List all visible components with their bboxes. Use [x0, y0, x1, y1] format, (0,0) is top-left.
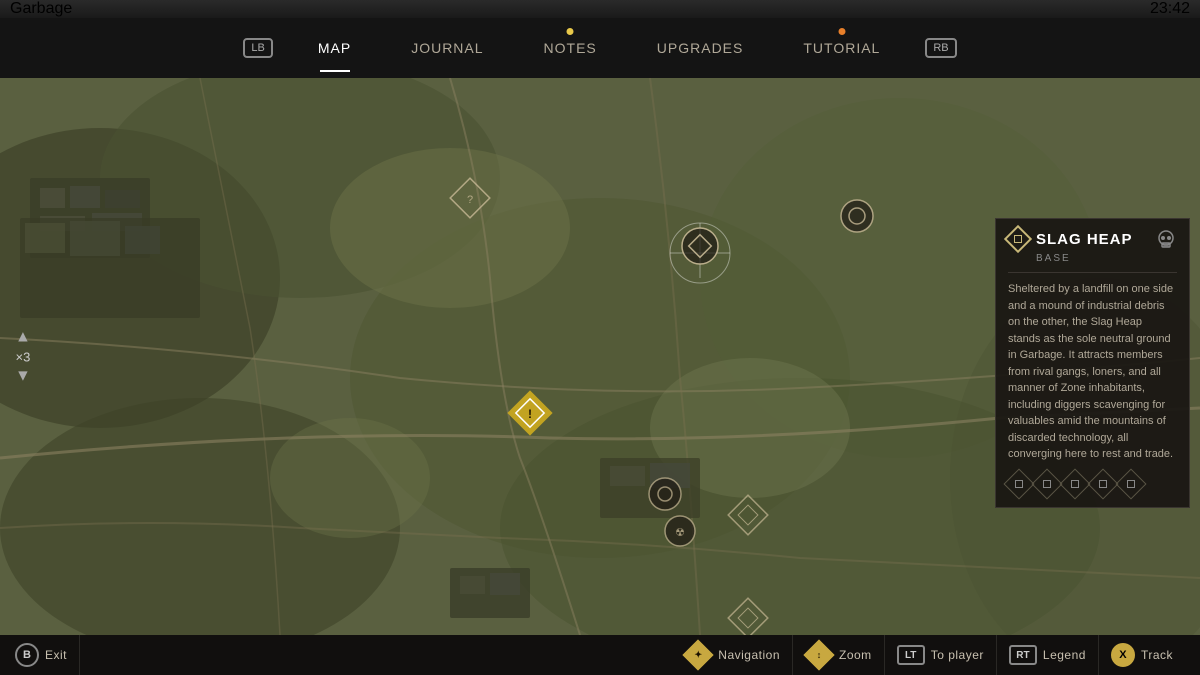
panel-icon-1	[1003, 468, 1034, 499]
legend-action[interactable]: RT Legend	[997, 635, 1099, 675]
tab-map[interactable]: Map	[288, 18, 381, 78]
map-area[interactable]: ! ?	[0, 78, 1200, 635]
to-player-action[interactable]: LT To player	[885, 635, 997, 675]
zoom-up-arrow: ▲	[15, 328, 31, 346]
navigation-action[interactable]: ✦ Navigation	[672, 635, 793, 675]
panel-icon-2	[1031, 468, 1062, 499]
tab-journal[interactable]: Journal	[381, 18, 513, 78]
panel-icons	[1008, 473, 1177, 495]
right-bumper[interactable]: RB	[910, 38, 971, 58]
info-panel-header: SLAG HEAP	[1008, 229, 1177, 249]
left-bumper[interactable]: LB	[228, 38, 287, 58]
exit-action[interactable]: B Exit	[15, 635, 80, 675]
tab-notes[interactable]: Notes	[514, 18, 627, 78]
svg-text:?: ?	[467, 194, 473, 206]
zoom-level: ×3	[16, 349, 31, 364]
navigation-dpad-icon: ✦	[684, 641, 712, 669]
nav-bar: LB Map Journal Notes Upgrades Tutorial R…	[0, 18, 1200, 78]
legend-label: Legend	[1043, 648, 1086, 662]
location-name: SLAG HEAP	[1036, 231, 1133, 248]
zoom-label: Zoom	[839, 648, 872, 662]
svg-text:!: !	[528, 407, 532, 421]
panel-icon-4	[1087, 468, 1118, 499]
tutorial-badge	[838, 28, 845, 35]
zoom-dpad-icon: ↕	[805, 641, 833, 669]
skull-icon	[1155, 229, 1177, 256]
x-button: X	[1111, 643, 1135, 667]
zoom-indicator: ▲ ×3 ▼	[15, 328, 31, 385]
location-type: BASE	[1008, 253, 1177, 264]
panel-divider	[1008, 272, 1177, 273]
rt-button: RT	[1009, 645, 1037, 665]
info-panel: SLAG HEAP BASE Sheltered by a landfill o…	[995, 218, 1190, 508]
panel-icon-5	[1115, 468, 1146, 499]
exit-label: Exit	[45, 648, 67, 662]
notes-badge	[567, 28, 574, 35]
track-label: Track	[1141, 648, 1173, 662]
track-action[interactable]: X Track	[1099, 635, 1185, 675]
zoom-action[interactable]: ↕ Zoom	[793, 635, 885, 675]
lb-button[interactable]: LB	[243, 38, 272, 58]
rb-button[interactable]: RB	[925, 38, 956, 58]
location-icon	[1004, 225, 1032, 253]
tab-upgrades[interactable]: Upgrades	[627, 18, 774, 78]
clock: 23:42	[1150, 0, 1190, 18]
bottom-bar: B Exit ✦ Navigation ↕ Zoom LT To player …	[0, 635, 1200, 675]
location-description: Sheltered by a landfill on one side and …	[1008, 281, 1177, 463]
b-button: B	[15, 643, 39, 667]
top-bar: Garbage 23:42	[0, 0, 1200, 18]
navigation-label: Navigation	[718, 648, 780, 662]
app-name: Garbage	[10, 0, 72, 18]
to-player-label: To player	[931, 648, 984, 662]
tab-tutorial[interactable]: Tutorial	[773, 18, 910, 78]
svg-text:☢: ☢	[675, 527, 685, 539]
panel-icon-3	[1059, 468, 1090, 499]
zoom-down-arrow: ▼	[15, 367, 31, 385]
lt-button: LT	[897, 645, 925, 665]
